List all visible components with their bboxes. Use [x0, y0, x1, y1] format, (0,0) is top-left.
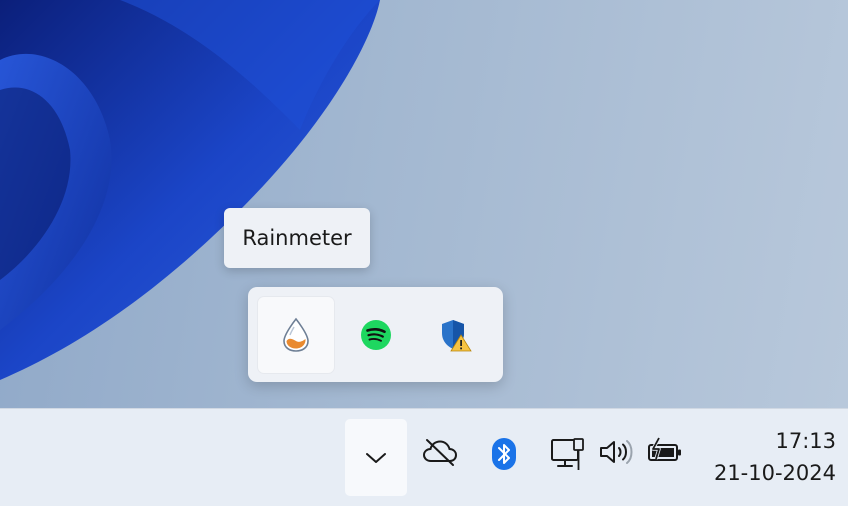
bluetooth-icon	[492, 438, 516, 470]
network-ethernet-icon	[551, 438, 584, 470]
battery-charging-icon	[648, 437, 681, 461]
volume-icon	[600, 440, 633, 464]
clock-time: 17:13	[775, 429, 836, 453]
clock-date: 21-10-2024	[713, 461, 836, 485]
taskbar-clock[interactable]: 17:13 21-10-2024	[714, 425, 836, 489]
battery-status[interactable]	[646, 437, 684, 467]
tooltip-text: Rainmeter	[242, 226, 352, 250]
tray-item-rainmeter[interactable]	[258, 297, 334, 373]
tray-item-windows-security[interactable]	[418, 297, 494, 373]
network-status[interactable]	[548, 437, 586, 473]
volume-status[interactable]	[598, 437, 634, 467]
desktop-wallpaper: Rainmeter	[0, 0, 848, 408]
rainmeter-tooltip: Rainmeter	[224, 208, 370, 268]
security-warning-icon	[442, 320, 472, 352]
show-hidden-icons-button[interactable]	[345, 419, 407, 496]
chevron-down-icon	[366, 452, 386, 463]
spotify-icon	[361, 320, 391, 350]
onedrive-status[interactable]	[422, 437, 458, 467]
rainmeter-drop-icon	[283, 317, 309, 352]
cloud-offline-icon	[422, 439, 458, 466]
taskbar: 17:13 21-10-2024	[0, 408, 848, 506]
hidden-icons-flyout	[248, 287, 503, 382]
tray-item-spotify[interactable]	[338, 297, 414, 373]
bluetooth-status[interactable]	[489, 437, 519, 471]
